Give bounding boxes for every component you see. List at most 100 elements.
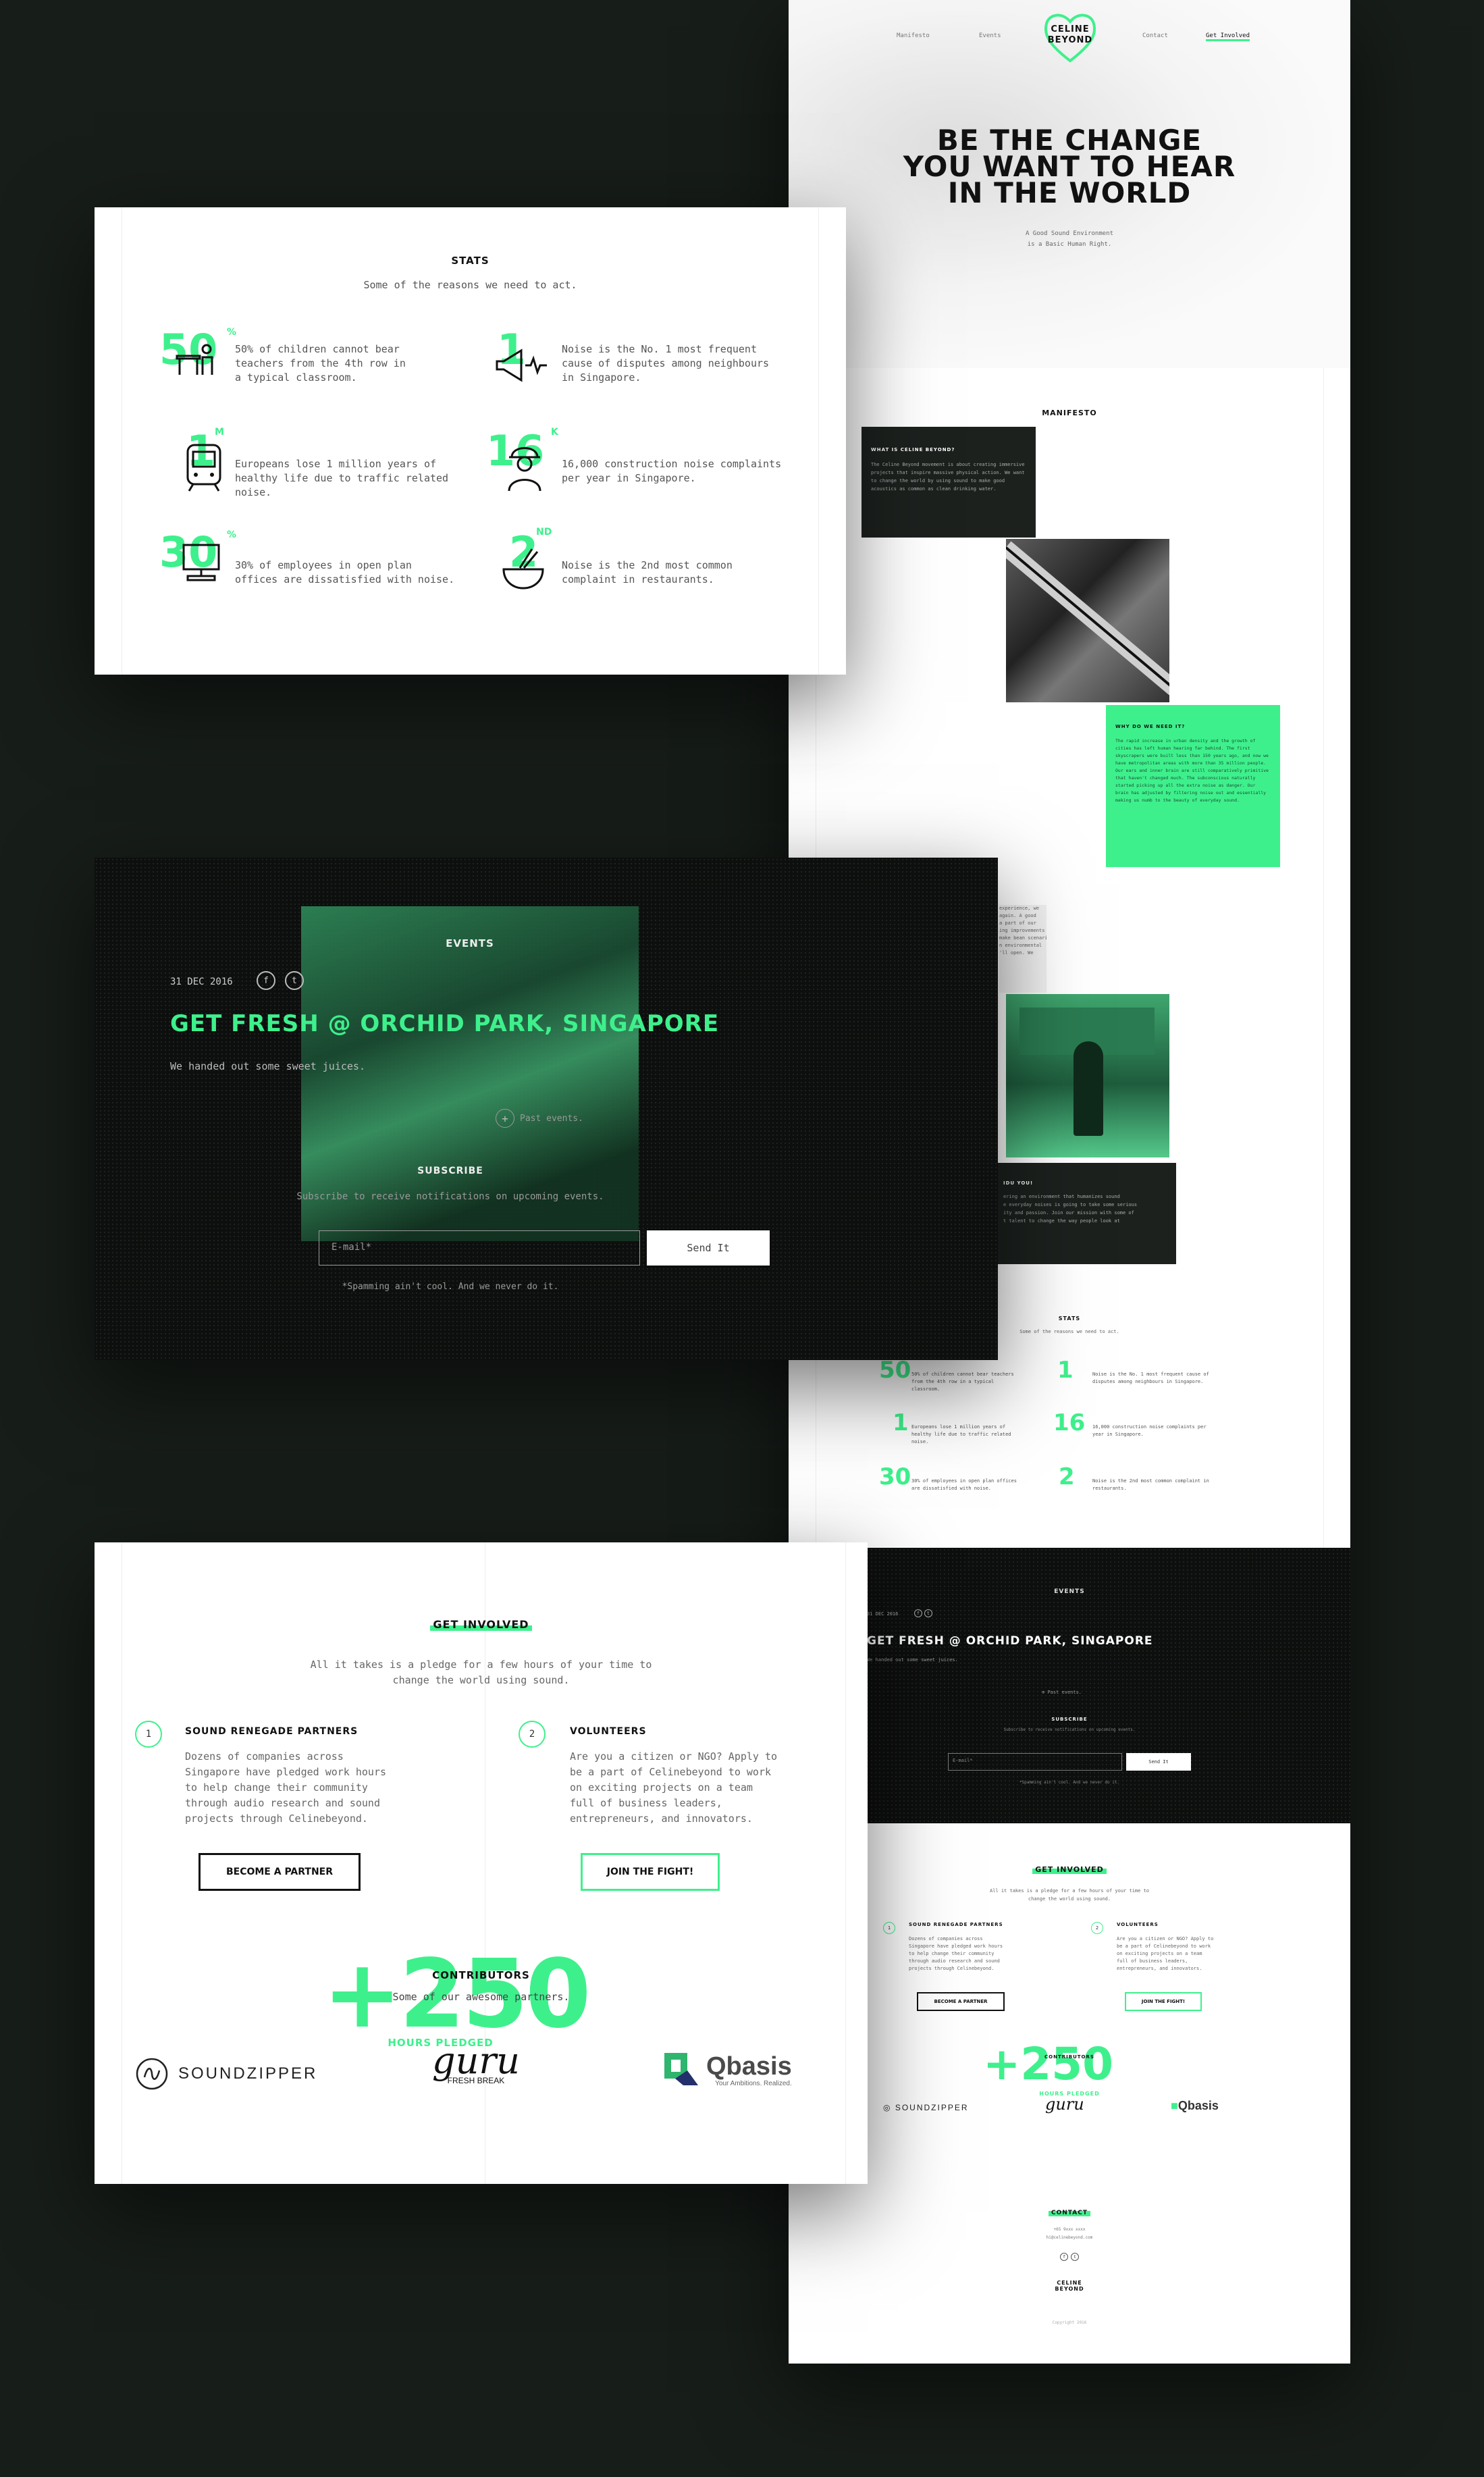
event-date: 31 DEC 2016 xyxy=(170,976,233,987)
join-fight-button[interactable]: JOIN THE FIGHT! xyxy=(581,1853,720,1891)
small-stat-text: Europeans lose 1 million years of health… xyxy=(911,1424,1011,1444)
subway-image xyxy=(1006,994,1169,1157)
guru-logo: guru FRESH BREAK xyxy=(432,2039,520,2086)
small-stat-text: 16,000 construction noise complaints per… xyxy=(1092,1424,1207,1437)
volunteers-body: Are you a citizen or NGO? Apply to be a p… xyxy=(570,1750,778,1825)
partners-title: SOUND RENEGADE PARTNERS xyxy=(185,1726,359,1737)
small-volunteers-title: VOLUNTEERS xyxy=(1117,1922,1159,1927)
why-body: The rapid increase in urban density and … xyxy=(1115,738,1269,803)
become-partner-button[interactable]: BECOME A PARTNER xyxy=(198,1853,361,1891)
what-title: WHAT IS CELINE BEYOND? xyxy=(871,447,955,452)
stat-text: 30% of employees in open plan offices ar… xyxy=(235,559,455,585)
hero-subtitle: A Good Sound Environment is a Basic Human… xyxy=(1025,230,1114,248)
small-stat-num: 30 xyxy=(879,1463,911,1490)
office-computer-icon xyxy=(182,544,220,581)
footer-logo: CELINE BEYOND xyxy=(1055,2280,1084,2292)
you-body: ering an environment that humanizes soun… xyxy=(1003,1194,1138,1224)
stat-suffix: % xyxy=(227,327,237,338)
megaphone-icon xyxy=(496,348,547,382)
contact-facebook-icon[interactable]: f xyxy=(1060,2253,1068,2261)
small-join-fight-button[interactable]: JOIN THE FIGHT! xyxy=(1125,1992,1202,2011)
city-aerial-image xyxy=(1006,539,1169,702)
nav-link-manifesto[interactable]: Manifesto xyxy=(897,32,930,39)
small-email-input[interactable]: E-mail* xyxy=(948,1753,1122,1771)
stats-subtitle: Some of the reasons we need to act. xyxy=(363,279,577,291)
small-stat-text: Noise is the No. 1 most frequent cause o… xyxy=(1092,1372,1209,1384)
event-headline[interactable]: GET FRESH @ ORCHID PARK, SINGAPORE xyxy=(170,1010,719,1037)
stat-suffix: M xyxy=(215,427,224,438)
soundzipper-mark-icon xyxy=(136,2058,168,2090)
small-guru-logo: guru xyxy=(1045,2095,1084,2114)
stat-text: Noise is the 2nd most common complaint i… xyxy=(562,559,733,585)
stat-suffix: K xyxy=(551,427,558,438)
small-subscribe-note: *Spamming ain't cool. And we never do it… xyxy=(1019,1780,1120,1785)
volunteers-title: VOLUNTEERS xyxy=(570,1726,647,1737)
logo-line2: BEYOND xyxy=(1047,35,1093,45)
what-body: The Celine Beyond movement is about crea… xyxy=(871,462,1025,492)
classroom-desk-icon xyxy=(176,344,213,375)
contact-twitter-icon[interactable]: t xyxy=(1071,2253,1079,2261)
small-involved-subtitle: All it takes is a pledge for a few hours… xyxy=(989,1888,1149,1902)
stat-text: Europeans lose 1 million years of health… xyxy=(235,458,449,498)
small-subscribe-subtitle: Subscribe to receive notifications on up… xyxy=(1003,1727,1136,1732)
nav-link-events[interactable]: Events xyxy=(979,32,1001,39)
small-past-events-link[interactable]: ⊕ Past events. xyxy=(1042,1690,1082,1695)
stat-text: 16,000 construction noise complaints per… xyxy=(562,458,782,484)
facebook-icon[interactable]: f xyxy=(914,1609,922,1617)
stat-item: 16 K 16,000 construction noise complaint… xyxy=(486,427,797,504)
construction-worker-icon xyxy=(508,447,541,492)
stats-card: STATS Some of the reasons we need to act… xyxy=(95,207,846,675)
small-volunteers-number: 2 xyxy=(1091,1922,1103,1934)
nav-link-contact[interactable]: Contact xyxy=(1142,32,1168,39)
stat-item: 30 % 30% of employees in open plan offic… xyxy=(159,530,470,606)
stat-text: 50% of children cannot bear teachers fro… xyxy=(235,343,406,384)
contributors-subtitle: Some of our awesome partners. xyxy=(392,1991,570,2003)
twitter-icon[interactable]: t xyxy=(924,1609,932,1617)
logo-line1: CELINE xyxy=(1051,24,1090,34)
small-partners-number: 1 xyxy=(883,1922,895,1934)
past-events-link[interactable]: + Past events. xyxy=(496,1109,583,1128)
small-become-partner-button[interactable]: BECOME A PARTNER xyxy=(917,1992,1005,2011)
involved-title: GET INVOLVED xyxy=(95,1618,868,1631)
small-contributors-title: CONTRIBUTORS xyxy=(1044,2054,1094,2060)
facebook-icon[interactable]: f xyxy=(257,971,275,990)
subscribe-subtitle: Subscribe to receive notifications on up… xyxy=(296,1191,604,1202)
small-events-headline[interactable]: GET FRESH @ ORCHID PARK, SINGAPORE xyxy=(867,1634,1153,1648)
stat-item: 1 M Europeans lose 1 million years of he… xyxy=(159,427,470,504)
stat-text: Noise is the No. 1 most frequent cause o… xyxy=(562,343,770,384)
stat-item: 1 Noise is the No. 1 most frequent cause… xyxy=(486,329,797,403)
plus-circle-icon: + xyxy=(496,1109,514,1128)
twitter-icon[interactable]: t xyxy=(285,971,304,990)
email-input[interactable]: E-mail* xyxy=(319,1230,640,1266)
nav-link-get-involved[interactable]: Get Involved xyxy=(1206,32,1250,41)
small-send-button[interactable]: Send It xyxy=(1126,1753,1191,1771)
you-title: IDU YOU! xyxy=(1003,1180,1034,1186)
small-stat-num: 16 xyxy=(1053,1409,1086,1436)
small-volunteers-body: Are you a citizen or NGO? Apply to be a p… xyxy=(1117,1936,1214,1971)
small-partners-title: SOUND RENEGADE PARTNERS xyxy=(909,1922,1003,1927)
hero-section: Manifesto Events CELINE BEYOND Contact G… xyxy=(789,0,1350,368)
events-title: EVENTS xyxy=(446,937,494,949)
small-events-section: EVENTS 31 DEC 2016 f t GET FRESH @ ORCHI… xyxy=(789,1548,1350,1823)
contact-title: CONTACT xyxy=(789,2210,1350,2216)
stats-title: STATS xyxy=(451,255,489,267)
events-card: EVENTS 31 DEC 2016 f t GET FRESH @ ORCHI… xyxy=(95,858,998,1360)
small-stat-text: Noise is the 2nd most common complaint i… xyxy=(1092,1478,1209,1491)
small-soundzipper-logo: ◎ SOUNDZIPPER xyxy=(883,2103,969,2112)
logo[interactable]: CELINE BEYOND xyxy=(1041,7,1099,65)
manifesto-you-card: IDU YOU! ering an environment that human… xyxy=(995,1163,1176,1264)
partners-body: Dozens of companies across Singapore have… xyxy=(185,1750,387,1825)
subscribe-note: *Spamming ain't cool. And we never do it… xyxy=(342,1282,559,1292)
contact-email[interactable]: hi@celinebeyond.com xyxy=(789,2235,1350,2240)
why-title: WHY DO WE NEED IT? xyxy=(1115,724,1186,729)
involved-subtitle: All it takes is a pledge for a few hours… xyxy=(310,1659,652,1686)
small-events-desc: We handed out some sweet juices. xyxy=(867,1657,958,1663)
stat-item: 2 ND Noise is the 2nd most common compla… xyxy=(486,527,797,606)
small-contributors-big-number: +250 xyxy=(983,2038,1114,2090)
small-stat-num: 1 xyxy=(1057,1357,1074,1384)
send-button[interactable]: Send It xyxy=(647,1230,770,1266)
manifesto-title: MANIFESTO xyxy=(1042,409,1097,417)
involved-card: GET INVOLVED All it takes is a pledge fo… xyxy=(95,1542,868,2184)
manifesto-partial-text: experience, we again. A good a part of o… xyxy=(999,905,1046,993)
small-stat-text: 50% of children cannot bear teachers fro… xyxy=(911,1372,1014,1392)
